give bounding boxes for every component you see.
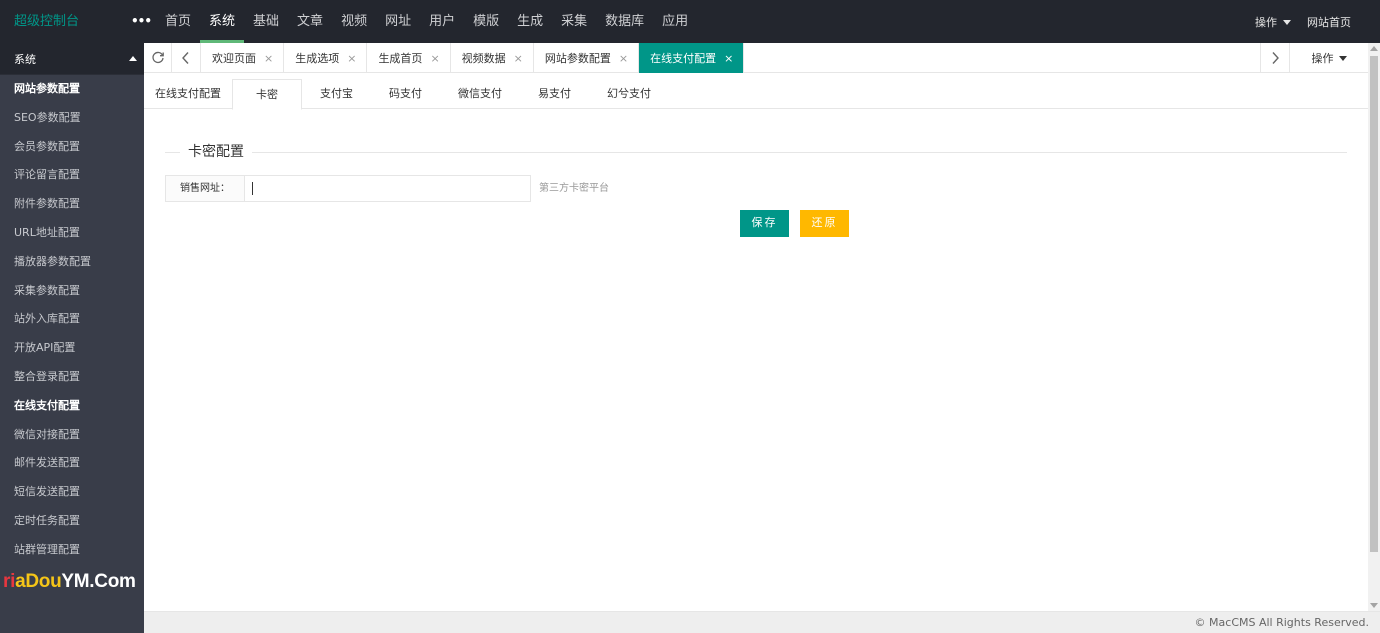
text-cursor: [252, 182, 253, 195]
save-button[interactable]: 保存: [740, 210, 789, 237]
top-nav-item[interactable]: 基础: [244, 0, 288, 43]
fieldset-legend: 卡密配置: [165, 142, 1347, 162]
copyright-text: © MacCMS All Rights Reserved.: [1194, 616, 1369, 629]
top-nav-item[interactable]: 首页: [156, 0, 200, 43]
main-content: 在线支付配置 卡密 支付宝 码支付 微信支付 易支付 幻兮支付 卡密配置 销售网址： 第三方…: [144, 74, 1368, 611]
top-nav-item[interactable]: 应用: [653, 0, 697, 43]
payment-subtab[interactable]: 在线支付配置: [144, 79, 232, 109]
header-right: 操作 网站首页: [1255, 0, 1380, 43]
page-tab[interactable]: 网站参数配置 ×: [534, 43, 640, 73]
page-tab-label: 在线支付配置: [650, 52, 717, 65]
sidebar-item[interactable]: 会员参数配置: [0, 133, 144, 162]
page-tab-label: 视频数据: [461, 52, 506, 65]
close-icon[interactable]: ×: [430, 52, 439, 65]
sale-url-field-wrap: [244, 175, 531, 202]
caret-down-icon[interactable]: [1283, 19, 1291, 25]
sidebar-item[interactable]: 在线支付配置: [0, 392, 144, 421]
scroll-down-icon[interactable]: [1370, 603, 1378, 608]
top-nav-item[interactable]: 系统: [200, 0, 245, 43]
sidebar-item[interactable]: 短信发送配置: [0, 478, 144, 507]
close-icon[interactable]: ×: [347, 52, 356, 65]
refresh-icon[interactable]: [144, 43, 172, 73]
sidebar-item[interactable]: 整合登录配置: [0, 363, 144, 392]
top-header: 超级控制台 ••• 首页 系统 基础 文章 视频 网址 用户 模版 生成 采集 数据库 应用 操作 网…: [0, 0, 1380, 43]
payment-subtabs: 在线支付配置 卡密 支付宝 码支付 微信支付 易支付 幻兮支付: [144, 79, 1368, 110]
close-icon[interactable]: ×: [724, 52, 733, 65]
payment-subtab[interactable]: 码支付: [371, 79, 440, 109]
sidebar-item[interactable]: 播放器参数配置: [0, 248, 144, 277]
close-icon[interactable]: ×: [264, 52, 273, 65]
top-nav-item[interactable]: 生成: [508, 0, 552, 43]
scroll-thumb[interactable]: [1370, 56, 1378, 552]
legend-divider: [165, 152, 1347, 153]
page-tab[interactable]: 欢迎页面 ×: [201, 43, 285, 73]
page-tab-label: 生成选项: [295, 52, 340, 65]
top-nav-item[interactable]: 视频: [332, 0, 376, 43]
chevron-left-icon[interactable]: [172, 43, 201, 73]
page-tab[interactable]: 视频数据 ×: [451, 43, 534, 73]
top-nav-item[interactable]: 用户: [420, 0, 464, 43]
sidebar-item[interactable]: 开放API配置: [0, 334, 144, 363]
sidebar-item[interactable]: 评论留言配置: [0, 161, 144, 190]
sidebar-item[interactable]: URL地址配置: [0, 219, 144, 248]
chevron-right-svg: [1272, 52, 1279, 64]
caret-down-icon: [1338, 55, 1347, 61]
more-menu-icon[interactable]: •••: [131, 0, 152, 43]
sidebar-item[interactable]: 站外入库配置: [0, 305, 144, 334]
top-nav-item[interactable]: 网址: [376, 0, 420, 43]
page-tab[interactable]: 生成首页 ×: [367, 43, 451, 73]
top-nav-item[interactable]: 数据库: [596, 0, 653, 43]
sale-url-hint: 第三方卡密平台: [539, 183, 609, 194]
page-tab[interactable]: 生成选项 ×: [284, 43, 368, 73]
sidebar-item[interactable]: 微信对接配置: [0, 421, 144, 450]
operate-menu[interactable]: 操作: [1255, 14, 1277, 30]
sidebar-item[interactable]: 附件参数配置: [0, 190, 144, 219]
reset-button[interactable]: 还原: [800, 210, 849, 237]
logo[interactable]: 超级控制台: [14, 0, 79, 43]
sidebar-group-header[interactable]: 系统: [0, 43, 144, 75]
sidebar-item[interactable]: 邮件发送配置: [0, 449, 144, 478]
payment-subtab[interactable]: 卡密: [232, 79, 302, 110]
chevron-right-icon[interactable]: [1260, 43, 1290, 73]
sidebar-group-title: 系统: [14, 52, 36, 66]
sidebar-item[interactable]: 定时任务配置: [0, 507, 144, 536]
sidebar-list: 网站参数配置 SEO参数配置 会员参数配置 评论留言配置 附件参数配置 URL地址配置 播放…: [0, 75, 144, 565]
legend-title: 卡密配置: [180, 142, 252, 162]
close-icon[interactable]: ×: [514, 52, 523, 65]
site-home-link[interactable]: 网站首页: [1307, 14, 1351, 30]
top-nav-item[interactable]: 采集: [552, 0, 596, 43]
sidebar: 系统 网站参数配置 SEO参数配置 会员参数配置 评论留言配置 附件参数配置 URL地址配…: [0, 43, 144, 633]
payment-subtab[interactable]: 微信支付: [440, 79, 520, 109]
sidebar-item[interactable]: 网站参数配置: [0, 75, 144, 104]
form-row-sale-url: 销售网址： 第三方卡密平台: [165, 175, 609, 202]
sidebar-item[interactable]: 采集参数配置: [0, 277, 144, 306]
payment-subtab[interactable]: 幻兮支付: [589, 79, 669, 109]
sidebar-item[interactable]: SEO参数配置: [0, 104, 144, 133]
tab-operate-menu[interactable]: 操作: [1290, 43, 1368, 73]
tabs: 欢迎页面 × 生成选项 × 生成首页 × 视频数据 × 网站参数配置 × 在线支付配置 ×: [201, 43, 745, 73]
sale-url-input[interactable]: [244, 175, 531, 202]
scroll-up-icon[interactable]: [1370, 46, 1378, 51]
top-nav-item[interactable]: 模版: [464, 0, 508, 43]
page-tab[interactable]: 在线支付配置 ×: [639, 43, 745, 73]
refresh-svg: [151, 51, 164, 64]
close-icon[interactable]: ×: [619, 52, 628, 65]
page-tab-label: 生成首页: [378, 52, 423, 65]
page-tab-bar: 欢迎页面 × 生成选项 × 生成首页 × 视频数据 × 网站参数配置 × 在线支付配置 × 操作: [144, 43, 1368, 73]
chevron-left-svg: [182, 52, 189, 64]
watermark-logo: riaDouYM.Com: [3, 571, 136, 592]
collapse-arrow-icon[interactable]: [129, 56, 137, 61]
top-nav-item[interactable]: 文章: [288, 0, 332, 43]
payment-subtab[interactable]: 支付宝: [302, 79, 371, 109]
top-nav: 首页 系统 基础 文章 视频 网址 用户 模版 生成 采集 数据库 应用: [156, 0, 697, 43]
sidebar-item[interactable]: 站群管理配置: [0, 536, 144, 565]
tab-operate-label: 操作: [1311, 52, 1334, 65]
page-tab-label: 网站参数配置: [544, 52, 611, 65]
page-tab-label: 欢迎页面: [212, 52, 256, 65]
sale-url-label: 销售网址：: [165, 175, 244, 202]
payment-subtab[interactable]: 易支付: [520, 79, 589, 109]
footer: © MacCMS All Rights Reserved.: [144, 611, 1380, 633]
vertical-scrollbar[interactable]: [1368, 43, 1380, 611]
